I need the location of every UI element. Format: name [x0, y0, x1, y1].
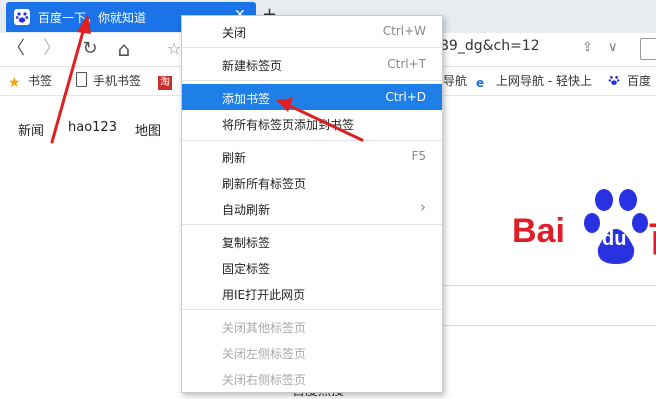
menu-item-close-left[interactable]: 关闭左侧标签页	[182, 339, 442, 365]
logo-text: Bai	[512, 212, 565, 250]
menu-item-label: 刷新所有标签页	[222, 177, 307, 191]
menu-item-shortcut: F5	[411, 149, 426, 163]
menu-item-label: 复制标签	[222, 236, 271, 250]
baidu-logo: Bai du 百	[512, 188, 656, 278]
menu-item-label: 将所有标签页添加到书签	[222, 118, 355, 132]
tab-title: 百度一下，你就知道	[38, 11, 147, 25]
menu-item-pin[interactable]: 固定标签	[182, 254, 442, 280]
menu-item-shortcut: Ctrl+W	[382, 24, 426, 38]
address-bar[interactable]: 89_dg&ch=12	[440, 38, 540, 54]
menu-item-label: 新建标签页	[222, 59, 283, 73]
bookmark-item[interactable]: e 上网导航 - 轻快上	[476, 72, 592, 90]
reload-icon[interactable]: ↻	[78, 37, 102, 61]
page-link-news[interactable]: 新闻	[18, 120, 44, 139]
tab-context-menu: 关闭 Ctrl+W 新建标签页 Ctrl+T 添加书签 Ctrl+D 将所有标签…	[181, 15, 443, 393]
menu-item-label: 关闭其他标签页	[222, 321, 307, 335]
chevron-down-icon[interactable]: ∨	[608, 40, 618, 55]
chevron-right-icon: ›	[420, 198, 426, 216]
menu-separator	[182, 224, 442, 225]
menu-item-refresh[interactable]: 刷新 F5	[182, 143, 442, 169]
menu-item-label: 关闭左侧标签页	[222, 347, 307, 361]
extension-icon[interactable]	[640, 38, 656, 60]
bookmark-item[interactable]: ★ 书签	[8, 72, 53, 91]
logo-text-tail: 百	[648, 212, 656, 261]
menu-item-new-tab[interactable]: 新建标签页 Ctrl+T	[182, 51, 442, 77]
bookmark-label: 导航	[443, 74, 468, 88]
menu-separator	[182, 80, 442, 81]
baidu-paw-icon	[14, 9, 30, 25]
menu-item-label: 添加书签	[222, 92, 271, 106]
page-link-hao123[interactable]: hao123	[68, 120, 117, 135]
home-icon[interactable]: ⌂	[112, 37, 136, 61]
menu-item-add-bookmark[interactable]: 添加书签 Ctrl+D	[182, 84, 442, 110]
page-link-map[interactable]: 地图	[135, 120, 161, 139]
menu-item-shortcut: Ctrl+T	[387, 57, 426, 71]
bookmark-label: 百度	[627, 74, 652, 88]
ie-icon: e	[476, 76, 485, 90]
bookmark-item[interactable]: 手机书签	[76, 72, 141, 89]
menu-item-open-in-ie[interactable]: 用IE打开此网页	[182, 280, 442, 306]
forward-icon[interactable]: 〉	[40, 37, 64, 61]
menu-item-label: 关闭右侧标签页	[222, 373, 307, 387]
bookmark-label: 上网导航 - 轻快上	[496, 74, 592, 88]
bookmark-item[interactable]: 导航	[443, 72, 467, 89]
logo-du: du	[602, 228, 627, 250]
nav-icon: 淘	[158, 76, 172, 90]
menu-separator	[182, 140, 442, 141]
menu-item-label: 刷新	[222, 151, 247, 165]
menu-item-label: 固定标签	[222, 262, 271, 276]
bookmark-label: 手机书签	[93, 74, 142, 88]
menu-item-shortcut: Ctrl+D	[385, 90, 426, 104]
menu-item-duplicate[interactable]: 复制标签	[182, 228, 442, 254]
menu-item-close-others[interactable]: 关闭其他标签页	[182, 313, 442, 339]
back-icon[interactable]: 〈	[4, 37, 28, 61]
menu-item-bookmark-all[interactable]: 将所有标签页添加到书签	[182, 110, 442, 136]
menu-item-auto-refresh[interactable]: 自动刷新 ›	[182, 195, 442, 221]
menu-item-close-right[interactable]: 关闭右侧标签页	[182, 365, 442, 391]
bookmark-item[interactable]: 淘	[158, 72, 178, 90]
bookmark-label: 书签	[28, 74, 53, 88]
menu-separator	[182, 47, 442, 48]
baidu-paw-icon	[607, 73, 621, 87]
bookmark-item[interactable]: 百度	[607, 72, 651, 89]
menu-item-label: 关闭	[222, 26, 247, 40]
share-icon[interactable]: ⇪	[582, 40, 593, 55]
menu-item-close[interactable]: 关闭 Ctrl+W	[182, 18, 442, 44]
menu-separator	[182, 309, 442, 310]
divider	[440, 325, 656, 326]
menu-item-label: 自动刷新	[222, 203, 271, 217]
menu-item-refresh-all[interactable]: 刷新所有标签页	[182, 169, 442, 195]
menu-item-label: 用IE打开此网页	[222, 288, 306, 302]
star-icon: ★	[8, 75, 21, 91]
divider	[440, 285, 656, 286]
phone-icon	[76, 72, 87, 87]
